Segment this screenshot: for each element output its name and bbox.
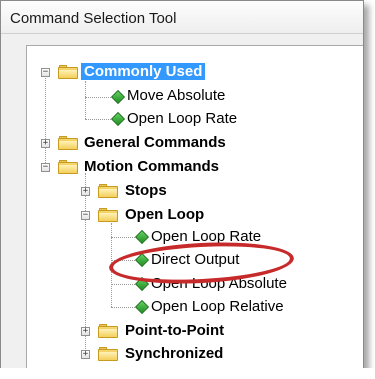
tree-node-open-loop-relative[interactable]: Open Loop Relative xyxy=(151,298,284,315)
torn-edge xyxy=(0,368,375,379)
command-selection-window: Command Selection Tool − Commonly Used M… xyxy=(0,0,364,370)
tree-node-commonly-used[interactable]: Commonly Used xyxy=(81,63,206,80)
tree-node-direct-output[interactable]: Direct Output xyxy=(151,251,239,268)
folder-icon xyxy=(58,136,78,150)
collapse-icon[interactable]: − xyxy=(41,68,50,77)
tree-line xyxy=(111,284,137,285)
tree-node-open-loop-rate[interactable]: Open Loop Rate xyxy=(127,110,237,127)
collapse-icon[interactable]: − xyxy=(81,211,90,220)
tree-line xyxy=(111,307,137,308)
tree-line xyxy=(111,260,137,261)
expand-icon[interactable]: + xyxy=(81,350,90,359)
tree-line xyxy=(111,237,137,238)
command-icon xyxy=(110,89,126,105)
tree-node-point-to-point[interactable]: Point-to-Point xyxy=(125,322,224,339)
folder-icon xyxy=(98,347,118,361)
expand-icon[interactable]: + xyxy=(81,327,90,336)
command-icon xyxy=(134,299,150,315)
tree-node-open-loop[interactable]: Open Loop xyxy=(125,206,204,223)
folder-icon xyxy=(98,184,118,198)
command-icon xyxy=(134,252,150,268)
tree-node-general-commands[interactable]: General Commands xyxy=(84,134,226,151)
tree-node-motion-commands[interactable]: Motion Commands xyxy=(84,158,219,175)
command-tree: − Commonly Used Move Absolute Open Loop … xyxy=(1,1,363,369)
expand-icon[interactable]: + xyxy=(81,187,90,196)
command-icon xyxy=(134,229,150,245)
command-icon xyxy=(134,276,150,292)
tree-line xyxy=(85,81,86,119)
tree-node-stops[interactable]: Stops xyxy=(125,182,167,199)
command-icon xyxy=(110,111,126,127)
tree-node-open-loop-absolute[interactable]: Open Loop Absolute xyxy=(151,275,287,292)
tree-node-open-loop-rate[interactable]: Open Loop Rate xyxy=(151,228,261,245)
tree-line xyxy=(45,73,46,169)
folder-icon xyxy=(58,160,78,174)
folder-icon xyxy=(98,324,118,338)
tree-node-move-absolute[interactable]: Move Absolute xyxy=(127,87,225,104)
tree-node-synchronized[interactable]: Synchronized xyxy=(125,345,223,362)
folder-icon xyxy=(58,65,78,79)
expand-icon[interactable]: + xyxy=(41,139,50,148)
collapse-icon[interactable]: − xyxy=(41,163,50,172)
tree-line xyxy=(111,223,112,307)
folder-icon xyxy=(98,208,118,222)
